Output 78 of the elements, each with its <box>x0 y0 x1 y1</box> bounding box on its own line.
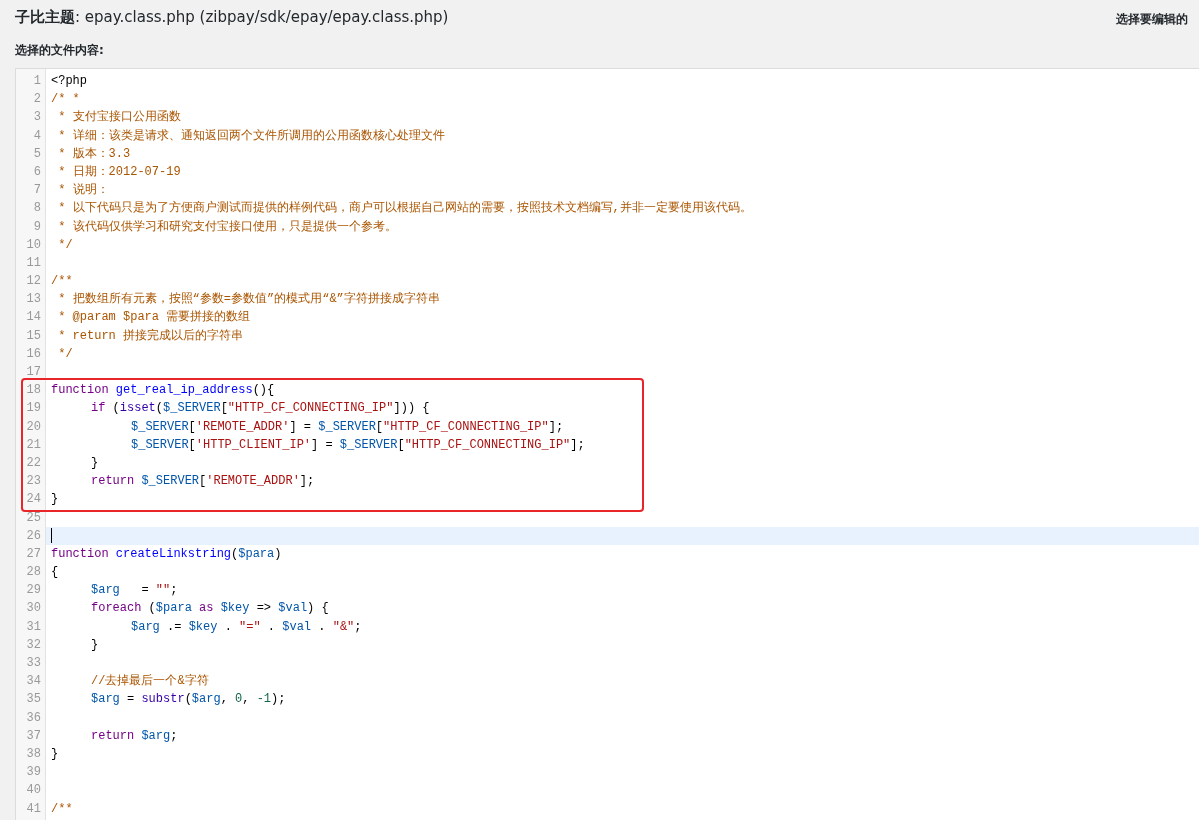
code-line: $arg = ""; <box>90 582 178 600</box>
line-number: 6 <box>32 163 41 181</box>
code-line: * 日期：2012-07-19 <box>57 163 181 181</box>
code-line: $arg = substr($arg, 0, -1); <box>90 691 286 709</box>
line-number: 35 <box>25 691 41 709</box>
text-cursor <box>51 528 52 543</box>
line-number: 38 <box>25 745 41 763</box>
line-number: 12 <box>25 273 41 291</box>
code-line: $arg .= $key . "=" . $val . "&"; <box>130 618 362 636</box>
line-number: 22 <box>25 454 41 472</box>
code-line: } <box>90 636 99 654</box>
code-line: } <box>90 454 99 472</box>
code-line: /* * <box>51 91 80 109</box>
code-line: } <box>51 491 59 509</box>
code-line: return $arg; <box>90 727 178 745</box>
line-number: 14 <box>25 309 41 327</box>
code-line: $_SERVER['REMOTE_ADDR'] = $_SERVER["HTTP_CF_CONNECTING_IP"]; <box>130 418 564 436</box>
code-line: * 支付宝接口公用函数 <box>57 109 181 127</box>
line-number: 24 <box>25 491 41 509</box>
code-line: * 把数组所有元素，按照“参数=参数值”的模式用“&”字符拼接成字符串 <box>57 291 440 309</box>
line-number: 29 <box>25 582 41 600</box>
line-number: 7 <box>32 182 41 200</box>
code-line: * return 拼接完成以后的字符串 <box>57 327 243 345</box>
line-number: 23 <box>25 473 41 491</box>
code-line: function get_real_ip_address(){ <box>51 382 275 400</box>
code-line: */ <box>57 345 73 363</box>
line-number: 13 <box>25 291 41 309</box>
code-line: function createLinkstring($para) <box>51 545 282 563</box>
code-line: /** <box>51 273 73 291</box>
line-number: 4 <box>32 127 41 145</box>
line-number: 1 <box>32 73 41 90</box>
line-number: 26 <box>25 527 41 545</box>
line-number: 39 <box>25 764 41 782</box>
line-number: 5 <box>32 145 41 163</box>
line-number: 2 <box>32 91 41 109</box>
line-number: 41 <box>25 800 41 818</box>
code-line: * 版本：3.3 <box>57 145 131 163</box>
line-number: 31 <box>25 618 41 636</box>
line-number: 25 <box>25 509 41 527</box>
line-number: 30 <box>25 600 41 618</box>
line-number: 17 <box>25 364 41 381</box>
code-line: foreach ($para as $key => $val) { <box>90 600 329 618</box>
line-number: 27 <box>25 545 41 563</box>
line-number: 34 <box>25 673 41 691</box>
line-number: 28 <box>25 564 41 582</box>
line-number: 33 <box>25 655 41 672</box>
code-line: * 说明： <box>57 182 109 200</box>
line-number: 21 <box>25 436 41 454</box>
line-number: 3 <box>32 109 41 127</box>
code-line: $_SERVER['HTTP_CLIENT_IP'] = $_SERVER["HTTP_CF_CONNECTING_IP"]; <box>130 436 585 454</box>
line-number: 15 <box>25 327 41 345</box>
line-number: 18 <box>25 382 41 400</box>
line-number: 32 <box>25 636 41 654</box>
line-number: 16 <box>25 345 41 363</box>
content-label: 选择的文件内容: <box>15 42 104 59</box>
code-line: * @param $para 需要拼接的数组 <box>57 309 251 327</box>
line-number: 8 <box>32 200 41 218</box>
line-number: 40 <box>25 782 41 800</box>
code-line: /** <box>51 800 73 818</box>
code-line: { <box>51 564 59 582</box>
code-line: * 该代码仅供学习和研究支付宝接口使用，只是提供一个参考。 <box>57 218 397 236</box>
line-number: 9 <box>32 218 41 236</box>
line-number: 20 <box>25 418 41 436</box>
code-line: } <box>51 745 59 763</box>
code-line: * 以下代码只是为了方便商户测试而提供的样例代码，商户可以根据自己网站的需要，按照技术文档编写,并非一定要使用该代码。 <box>57 200 752 218</box>
page-title: 子比主题: epay.class.php (zibpay/sdk/epay/epay.class.php) <box>15 7 449 28</box>
code-line: return $_SERVER['REMOTE_ADDR']; <box>90 473 315 491</box>
code-line: if (isset($_SERVER["HTTP_CF_CONNECTING_IP"])) { <box>90 400 430 418</box>
line-number: 19 <box>25 400 41 418</box>
code-line: <?php <box>51 73 87 90</box>
line-number: 10 <box>25 236 41 254</box>
line-number: 36 <box>25 709 41 727</box>
select-label: 选择要编辑的 <box>1116 11 1188 28</box>
code-line: //去掉最后一个&字符 <box>90 673 209 691</box>
code-line: */ <box>57 236 73 254</box>
line-number: 11 <box>25 254 41 272</box>
code-line: * 详细：该类是请求、通知返回两个文件所调用的公用函数核心处理文件 <box>57 127 445 145</box>
line-number: 37 <box>25 727 41 745</box>
